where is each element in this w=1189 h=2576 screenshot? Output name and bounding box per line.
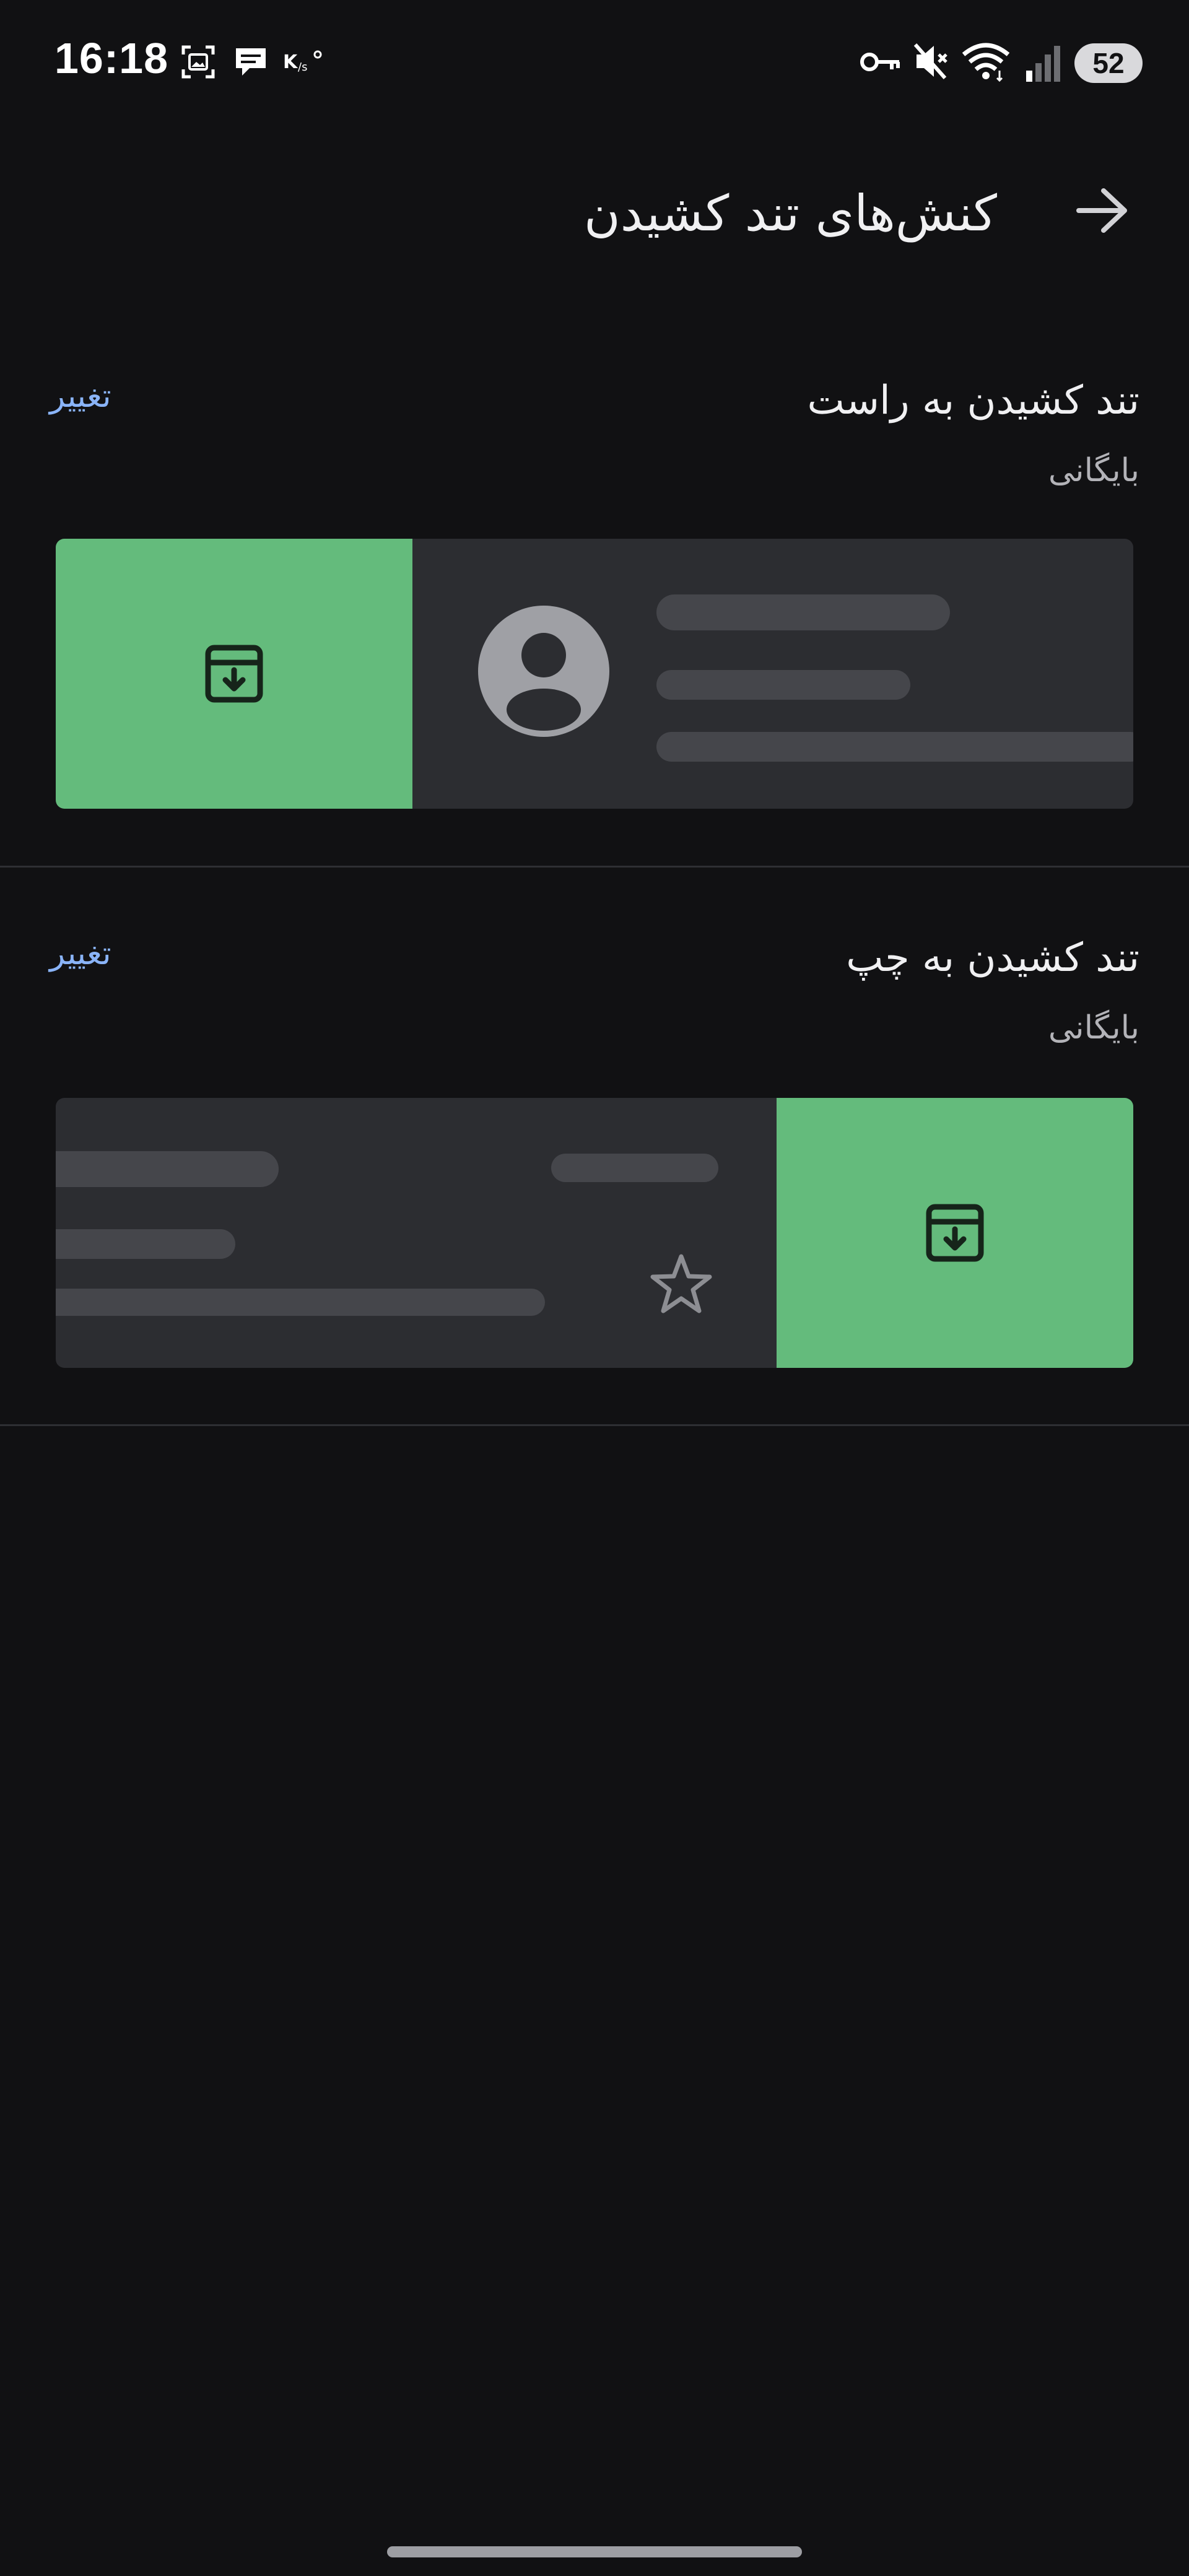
skeleton-line bbox=[656, 594, 950, 630]
swipe-left-title: تند کشیدن به چپ bbox=[846, 935, 1139, 981]
swipe-right-action-pane bbox=[56, 539, 412, 809]
signal-icon bbox=[1026, 46, 1060, 82]
swipe-left-preview bbox=[56, 1098, 1133, 1368]
archive-icon bbox=[926, 1204, 984, 1262]
svg-text:/s: /s bbox=[298, 61, 307, 74]
section-divider bbox=[0, 866, 1189, 868]
home-indicator[interactable] bbox=[387, 2546, 802, 2557]
svg-text:K: K bbox=[283, 51, 298, 73]
swipe-right-action: بایگانی bbox=[1048, 452, 1139, 489]
swipe-left-action: بایگانی bbox=[1048, 1009, 1139, 1046]
vpn-key-icon bbox=[860, 53, 900, 71]
swipe-right-preview bbox=[56, 539, 1133, 809]
swipe-right-section: تند کشیدن به راست بایگانی تغییر bbox=[0, 347, 1189, 867]
star-icon bbox=[650, 1254, 712, 1313]
skeleton-line bbox=[56, 1229, 235, 1259]
swipe-left-section: تند کشیدن به چپ بایگانی تغییر bbox=[0, 904, 1189, 1424]
status-bar: 16:18 K /s 52 bbox=[0, 0, 1189, 130]
chat-bubble-icon bbox=[236, 48, 266, 76]
wifi-icon bbox=[962, 43, 1010, 82]
app-bar: کنش‌های تند کشیدن bbox=[0, 155, 1189, 266]
section-divider bbox=[0, 1424, 1189, 1426]
arrow-back-icon bbox=[1076, 188, 1127, 233]
swipe-left-action-pane bbox=[777, 1098, 1133, 1368]
skeleton-line bbox=[551, 1154, 718, 1182]
page-title: کنش‌های تند کشیدن bbox=[584, 185, 997, 242]
skeleton-line bbox=[656, 670, 910, 700]
status-time: 16:18 bbox=[54, 34, 169, 82]
mute-icon bbox=[913, 43, 947, 79]
skeleton-line bbox=[56, 1289, 545, 1316]
data-speed-icon: K /s bbox=[283, 50, 322, 74]
skeleton-line bbox=[56, 1151, 279, 1187]
back-button[interactable] bbox=[1065, 180, 1139, 242]
avatar-icon bbox=[478, 606, 609, 737]
skeleton-line bbox=[656, 732, 1133, 762]
screenshot-icon bbox=[181, 45, 215, 79]
swipe-right-title: تند کشیدن به راست bbox=[807, 378, 1140, 424]
swipe-left-change-link[interactable]: تغییر bbox=[50, 935, 111, 972]
battery-indicator: 52 bbox=[1074, 43, 1143, 83]
swipe-right-change-link[interactable]: تغییر bbox=[50, 378, 111, 415]
archive-icon bbox=[205, 645, 263, 703]
